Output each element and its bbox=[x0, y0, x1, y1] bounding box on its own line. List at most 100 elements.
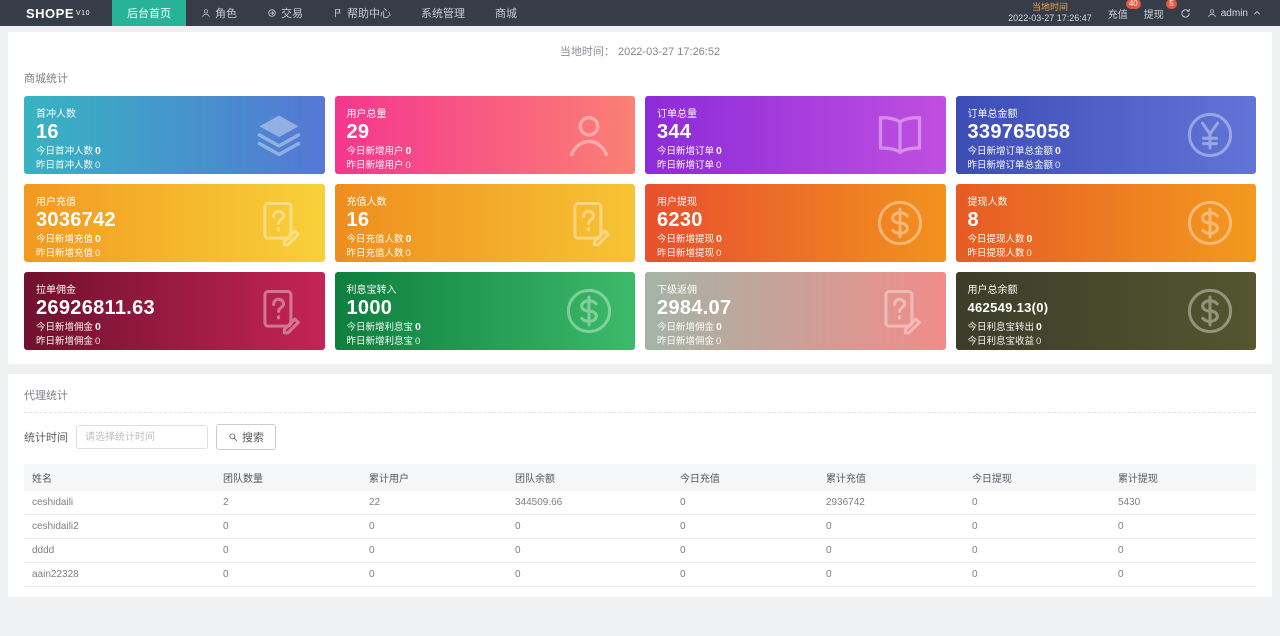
menu-item-3[interactable]: 帮助中心 bbox=[318, 0, 406, 26]
agent-table-col-header: 今日充值 bbox=[671, 464, 818, 491]
card-line-yesterday: 昨日新增佣金 0 bbox=[657, 335, 934, 349]
dollar-circle-icon bbox=[1184, 285, 1236, 337]
layers-icon bbox=[253, 109, 305, 161]
menu-item-5[interactable]: 商城 bbox=[480, 0, 532, 26]
card-line-today-label: 今日新增用户 bbox=[346, 146, 404, 157]
recharge-link[interactable]: 充值 40 bbox=[1107, 0, 1141, 21]
card-line-yesterday-label: 昨日新增利息宝 bbox=[346, 336, 414, 348]
card-line-today-value: 0 bbox=[1036, 321, 1042, 334]
user-menu[interactable]: admin bbox=[1207, 8, 1262, 19]
dollar-circle-icon bbox=[874, 197, 926, 249]
table-cell: 0 bbox=[360, 538, 507, 563]
menu-item-label: 后台首页 bbox=[126, 8, 171, 20]
logo-text: SHOPE bbox=[26, 5, 75, 21]
card-line-today-label: 今日利息宝转出 bbox=[967, 322, 1035, 334]
card-line-yesterday-value: 0 bbox=[95, 160, 101, 172]
card-line-yesterday-label: 昨日新增用户 bbox=[346, 160, 404, 172]
card-line-today-label: 今日首冲人数 bbox=[36, 146, 94, 157]
table-row-3: aain22328 0 0 0 0 0 0 0 bbox=[24, 562, 1256, 587]
table-cell: 0 bbox=[1109, 538, 1256, 563]
card-line-today-value: 0 bbox=[1026, 233, 1033, 245]
agent-search-row: 统计时间 搜索 bbox=[24, 424, 1256, 450]
table-cell: 0 bbox=[817, 514, 964, 539]
book-icon bbox=[874, 109, 926, 161]
table-cell: dddd bbox=[24, 538, 215, 563]
card-line-yesterday-value: 0 bbox=[1026, 248, 1032, 260]
flag-icon bbox=[333, 8, 343, 18]
withdraw-link[interactable]: 提现 5 bbox=[1144, 0, 1177, 21]
search-button[interactable]: 搜索 bbox=[216, 424, 276, 450]
card-line-today-value: 0 bbox=[716, 233, 722, 245]
card-line-yesterday: 昨日新增订单 0 bbox=[657, 159, 934, 173]
navbar-time: 当地时间 2022-03-27 17:26:47 bbox=[1008, 2, 1092, 25]
card-line-today-label: 今日充值人数 bbox=[346, 234, 404, 245]
stats-panel: 当地时间： 2022-03-27 17:26:52 商城统计 首冲人数 16 今日首… bbox=[8, 32, 1272, 364]
card-line-today-value: 0 bbox=[716, 145, 722, 157]
stat-card-7: 提现人数 8 今日提现人数 0 昨日提现人数 0 bbox=[955, 184, 1256, 262]
doc-question-icon bbox=[563, 197, 615, 249]
card-line-yesterday-value: 0 bbox=[95, 248, 101, 260]
table-cell: 0 bbox=[671, 491, 818, 515]
stat-card-8: 拉单佣金 26926811.63 今日新增佣金 0 昨日新增佣金 0 bbox=[24, 272, 325, 350]
agent-table-col-header: 今日提现 bbox=[963, 464, 1110, 491]
card-line-today-label: 今日新增佣金 bbox=[657, 322, 715, 333]
current-time-label: 当地时间： bbox=[559, 46, 615, 58]
user-icon bbox=[201, 8, 211, 18]
card-line-today-value: 0 bbox=[95, 321, 101, 333]
stat-card-10: 下级返佣 2984.07 今日新增佣金 0 昨日新增佣金 0 bbox=[645, 272, 946, 350]
table-cell: 344509.66 bbox=[506, 491, 672, 515]
card-line-today-label: 今日新增利息宝 bbox=[346, 322, 414, 333]
stat-card-3: 订单总金额 339765058 今日新增订单总金额 0 昨日新增订单总金额 0 bbox=[955, 96, 1256, 174]
card-line-yesterday: 昨日新增用户 0 bbox=[347, 159, 624, 173]
menu-item-1[interactable]: 角色 bbox=[186, 0, 252, 26]
agent-table-col-header: 累计充值 bbox=[817, 464, 964, 491]
card-line-yesterday-value: 0 bbox=[1036, 336, 1042, 348]
card-line-yesterday: 昨日首冲人数 0 bbox=[36, 159, 313, 173]
card-line-yesterday-label: 昨日充值人数 bbox=[346, 248, 404, 260]
card-line-today-value: 0 bbox=[95, 233, 101, 245]
agent-table-col-header: 团队余额 bbox=[506, 464, 672, 491]
stat-time-input[interactable] bbox=[76, 425, 208, 449]
menu-item-0[interactable]: 后台首页 bbox=[111, 0, 186, 26]
card-line-yesterday: 昨日新增提现 0 bbox=[657, 247, 934, 261]
search-label: 统计时间 bbox=[24, 432, 68, 444]
stat-card-11: 用户总余额 462549.13(0) 今日利息宝转出 0 今日利息宝收益 0 bbox=[955, 272, 1256, 350]
table-cell: 0 bbox=[671, 562, 818, 587]
table-cell: 0 bbox=[506, 562, 672, 587]
app-logo: SHOPE V10 bbox=[0, 0, 112, 26]
card-line-yesterday-value: 0 bbox=[1055, 160, 1061, 172]
table-cell: 22 bbox=[360, 491, 507, 515]
doc-question-icon bbox=[874, 285, 926, 337]
card-line-today-value: 0 bbox=[716, 321, 722, 333]
agent-table-col-header: 累计用户 bbox=[360, 464, 507, 491]
table-cell: 0 bbox=[214, 538, 361, 563]
card-line-yesterday-label: 昨日新增订单总金额 bbox=[967, 160, 1054, 172]
table-cell: 0 bbox=[817, 562, 964, 587]
menu-item-4[interactable]: 系统管理 bbox=[406, 0, 480, 26]
agent-table-col-header: 姓名 bbox=[24, 464, 215, 491]
card-line-yesterday-value: 0 bbox=[405, 160, 411, 172]
stat-card-5: 充值人数 16 今日充值人数 0 昨日充值人数 0 bbox=[334, 184, 635, 262]
refresh-icon[interactable] bbox=[1180, 8, 1191, 19]
recharge-label: 充值 bbox=[1107, 9, 1128, 21]
card-line-today-label: 今日新增佣金 bbox=[36, 322, 94, 333]
table-cell: 5430 bbox=[1109, 491, 1256, 515]
menu-item-2[interactable]: 交易 bbox=[252, 0, 318, 26]
card-line-yesterday: 今日利息宝收益 0 bbox=[968, 335, 1245, 349]
card-line-yesterday-label: 昨日首冲人数 bbox=[36, 160, 94, 172]
card-line-yesterday-value: 0 bbox=[415, 336, 421, 348]
card-line-today-value: 0 bbox=[405, 145, 412, 157]
card-line-yesterday: 昨日提现人数 0 bbox=[968, 247, 1245, 261]
table-row-2: dddd 0 0 0 0 0 0 0 bbox=[24, 538, 1256, 563]
table-cell: 0 bbox=[506, 538, 672, 563]
card-line-today-value: 0 bbox=[405, 233, 412, 245]
current-time-bar: 当地时间： 2022-03-27 17:26:52 bbox=[8, 32, 1272, 64]
card-line-yesterday: 昨日新增订单总金额 0 bbox=[968, 159, 1245, 173]
card-line-today-label: 今日新增订单总金额 bbox=[967, 146, 1054, 157]
table-cell: 0 bbox=[1109, 514, 1256, 539]
stat-card-9: 利息宝转入 1000 今日新增利息宝 0 昨日新增利息宝 0 bbox=[334, 272, 635, 350]
menu-item-label: 交易 bbox=[280, 8, 303, 20]
time-value: 2022-03-27 17:26:47 bbox=[1008, 13, 1092, 23]
card-line-yesterday: 昨日新增利息宝 0 bbox=[347, 335, 624, 349]
card-line-today-label: 今日提现人数 bbox=[967, 234, 1025, 245]
